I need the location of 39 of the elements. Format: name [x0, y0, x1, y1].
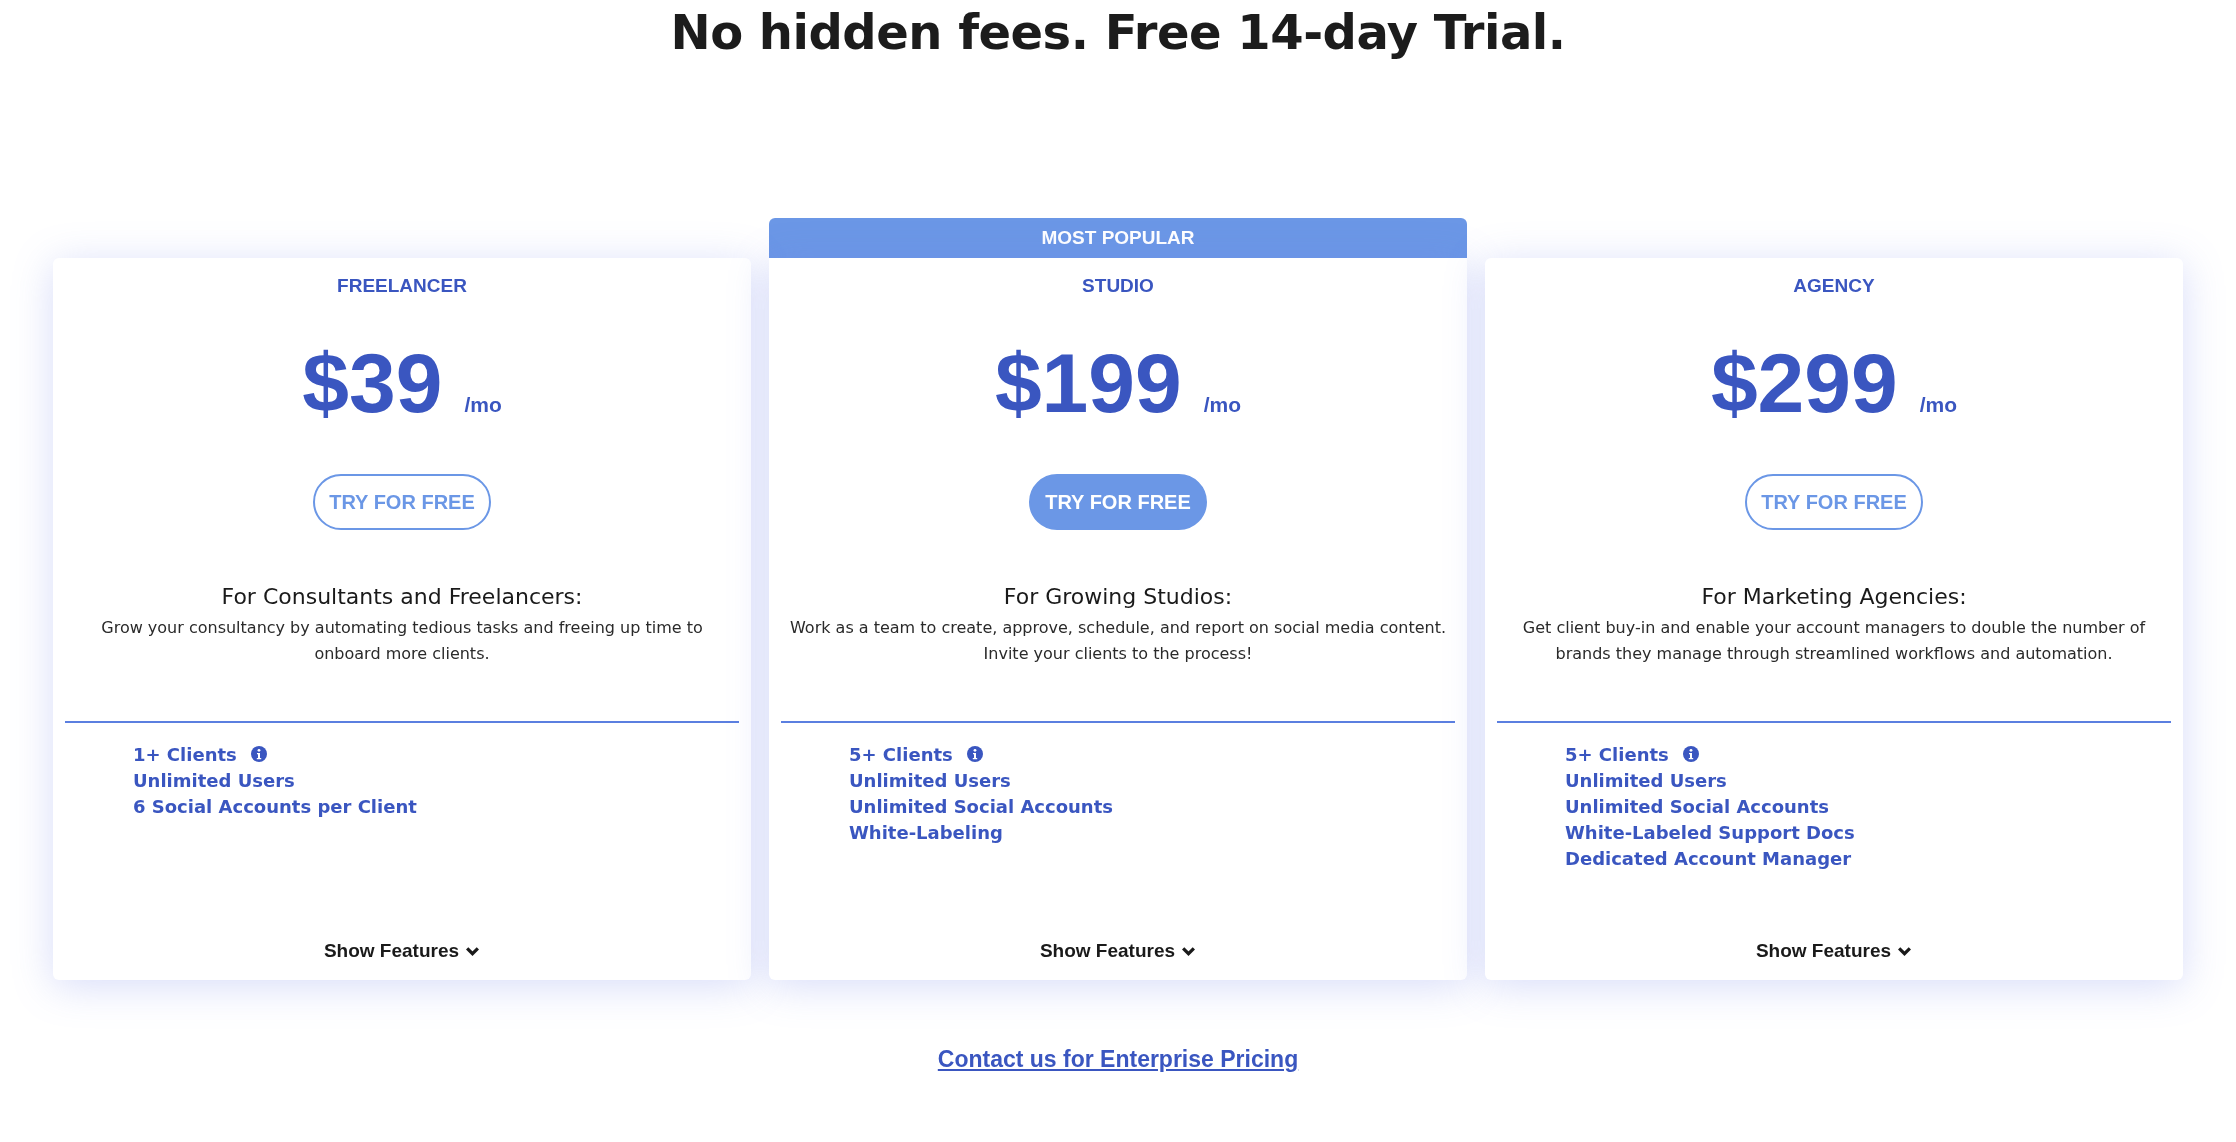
feature-item: 5+ Clients	[849, 743, 953, 765]
plan-price: $199	[994, 335, 1182, 432]
plan-description: Work as a team to create, approve, schedule, and report on social media content. Invite your clients to the process!	[788, 617, 1447, 665]
plan-description: Get client buy-in and enable your account managers to double the number of brands they manage through streamlined workflows and automation.	[1521, 617, 2147, 665]
most-popular-banner: MOST POPULAR	[769, 218, 1467, 258]
plan-name: STUDIO	[1082, 275, 1154, 297]
info-icon[interactable]	[250, 746, 267, 762]
plan-audience: For Marketing Agencies:	[1701, 584, 1967, 609]
plan-name: FREELANCER	[337, 275, 467, 297]
plan-price: $39	[302, 335, 443, 432]
feature-item: 5+ Clients	[1565, 743, 1669, 765]
feature-item: Unlimited Social Accounts	[1565, 795, 1829, 817]
feature-item: White-Labeled Support Docs	[1565, 821, 1855, 843]
feature-item: White-Labeling	[849, 821, 1003, 843]
plan-name: AGENCY	[1793, 275, 1875, 297]
price-period: /mo	[1919, 393, 1958, 417]
feature-item: Unlimited Users	[1565, 769, 1727, 791]
info-icon[interactable]	[1682, 746, 1699, 762]
chevron-down-icon	[1897, 945, 1913, 957]
feature-item: 6 Social Accounts per Client	[133, 795, 417, 817]
feature-item: Unlimited Users	[849, 769, 1011, 791]
info-icon[interactable]	[966, 746, 983, 762]
feature-item: 1+ Clients	[133, 743, 237, 765]
feature-item: Unlimited Users	[133, 769, 295, 791]
price-period: /mo	[1203, 393, 1242, 417]
chevron-down-icon	[465, 945, 481, 957]
page-heading: No hidden fees. Free 14-day Trial.	[670, 4, 1566, 60]
show-features-toggle[interactable]: Show Features	[319, 938, 485, 964]
price-period: /mo	[464, 393, 502, 417]
feature-item: Dedicated Account Manager	[1565, 847, 1852, 869]
plan-audience: For Growing Studios:	[1003, 584, 1233, 609]
plan-audience: For Consultants and Freelancers:	[221, 584, 583, 609]
show-features-toggle[interactable]: Show Features	[1035, 938, 1201, 964]
feature-item: Unlimited Social Accounts	[849, 795, 1113, 817]
show-features-toggle[interactable]: Show Features	[1751, 938, 1917, 964]
plan-description: Grow your consultancy by automating tedious tasks and freeing up time to onboard more clients.	[100, 617, 704, 665]
plan-price: $299	[1710, 335, 1898, 432]
enterprise-pricing-link[interactable]: Contact us for Enterprise Pricing	[937, 1046, 1299, 1072]
chevron-down-icon	[1181, 945, 1197, 957]
